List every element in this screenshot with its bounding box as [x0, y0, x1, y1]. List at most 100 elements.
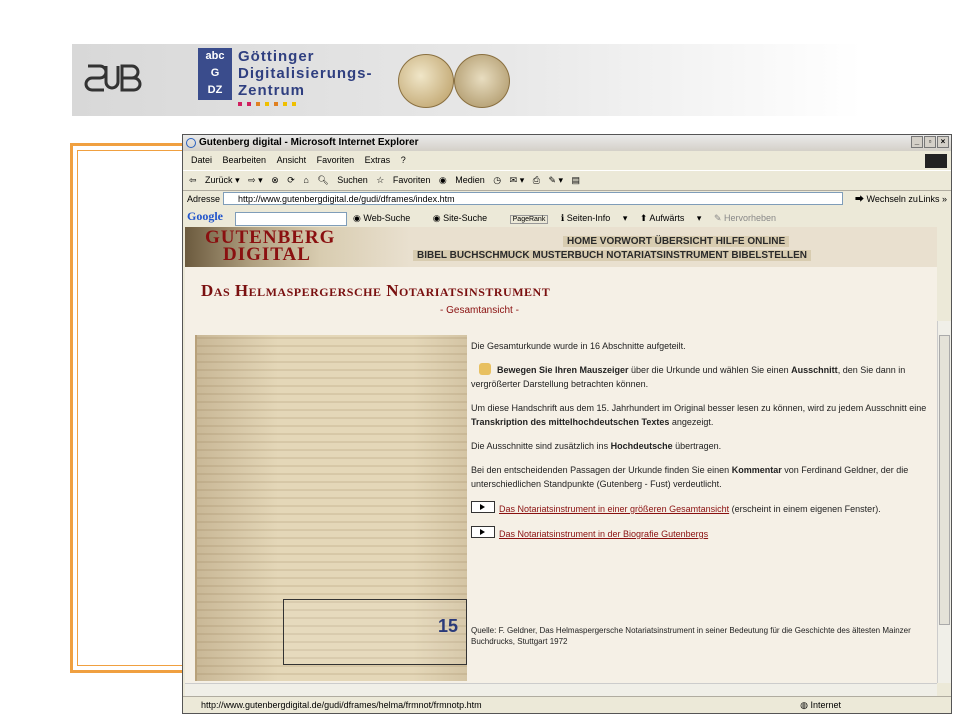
google-toolbar: Google ◉ Web-Suche ◉ Site-Suche PageRank…	[183, 209, 951, 227]
page-content: GUTENBERG DIGITAL HOME VORWORT ÜBERSICHT…	[185, 227, 937, 683]
menu-ansicht[interactable]: Ansicht	[277, 155, 307, 165]
ie-icon	[186, 138, 196, 148]
gutenberg-digital-logo[interactable]: GUTENBERG DIGITAL	[205, 228, 335, 264]
refresh-icon[interactable]: ⟳	[287, 175, 295, 185]
close-button[interactable]: ×	[937, 136, 949, 148]
address-bar: Adresse http://www.gutenbergdigital.de/g…	[183, 190, 951, 208]
horizontal-scrollbar[interactable]	[185, 683, 937, 696]
web-search-button[interactable]: ◉ Web-Suche	[353, 213, 420, 223]
address-label: Adresse	[187, 194, 221, 204]
links-button[interactable]: Links »	[918, 190, 947, 208]
maximize-button[interactable]: ▫	[924, 136, 936, 148]
p2-text-1: über die Urkunde und wählen Sie einen	[628, 365, 792, 375]
scroll-thumb[interactable]	[939, 335, 950, 625]
page-title: Das Helmaspergersche Notariatsinstrument	[201, 281, 551, 300]
up-label: Aufwärts	[649, 213, 685, 223]
google-logo[interactable]: Google	[187, 209, 223, 224]
sub-logo	[84, 64, 142, 92]
p3-text-2: angezeigt.	[669, 417, 714, 427]
gdz-abc-block: abc G DZ	[198, 48, 232, 100]
windows-flag-icon	[925, 154, 947, 168]
go-label: Wechseln zu	[866, 194, 918, 204]
p5-bold: Kommentar	[731, 465, 782, 475]
link-biografie[interactable]: Das Notariatsinstrument in der Biografie…	[499, 529, 708, 539]
address-input[interactable]: http://www.gutenbergdigital.de/gudi/dfra…	[223, 192, 843, 205]
mail-icon[interactable]: ✉ ▾	[510, 175, 525, 185]
site-banner: GUTENBERG DIGITAL HOME VORWORT ÜBERSICHT…	[185, 227, 937, 267]
nav-top[interactable]: HOME VORWORT ÜBERSICHT HILFE ONLINE	[563, 236, 790, 247]
links-label: Links	[918, 194, 940, 204]
favorites-button[interactable]: ☆ Favoriten	[376, 175, 430, 185]
p3-text-1: Um diese Handschrift aus dem 15. Jahrhun…	[471, 403, 927, 413]
gdz-dot	[265, 102, 269, 106]
search-button[interactable]: 🔍︎ Suchen	[317, 175, 367, 185]
paragraph-5: Bei den entscheidenden Passagen der Urku…	[471, 463, 927, 491]
gdz-dz-text: DZ	[207, 84, 223, 96]
vertical-scrollbar[interactable]	[937, 321, 951, 683]
window-title: Gutenberg digital - Microsoft Internet E…	[199, 137, 419, 148]
p2-bold-1: Bewegen Sie Ihren Mauszeiger	[497, 365, 629, 375]
link-1-row: Das Notariatsinstrument in einer größere…	[471, 501, 927, 516]
media-label: Medien	[455, 175, 485, 185]
edit-icon[interactable]: ✎ ▾	[548, 175, 563, 185]
window-titlebar[interactable]: Gutenberg digital - Microsoft Internet E…	[183, 135, 951, 151]
gdz-dot	[274, 102, 278, 106]
gdz-dot	[283, 102, 287, 106]
history-icon[interactable]: ◷	[493, 175, 501, 185]
back-button[interactable]: ⇦ Zurück ▾	[189, 175, 240, 185]
menu-extras[interactable]: Extras	[365, 155, 391, 165]
menu-help[interactable]: ?	[401, 155, 406, 165]
up-button[interactable]: ⬆ Aufwärts ▾	[640, 213, 702, 223]
source-citation: Quelle: F. Geldner, Das Helmaspergersche…	[471, 626, 911, 646]
paragraph-1: Die Gesamturkunde wurde in 16 Abschnitte…	[471, 341, 686, 351]
gdz-abc-text: abc	[205, 50, 225, 62]
web-search-label: Web-Suche	[363, 213, 411, 223]
arrow-button-icon[interactable]	[471, 526, 495, 538]
p5-text-1: Bei den entscheidenden Passagen der Urku…	[471, 465, 732, 475]
arrow-button-icon[interactable]	[471, 501, 495, 513]
page-info-button[interactable]: ℹ Seiten-Info ▾	[561, 213, 627, 223]
home-icon[interactable]: ⌂	[303, 175, 308, 185]
link-gesamtansicht[interactable]: Das Notariatsinstrument in einer größere…	[499, 504, 729, 514]
site-search-button[interactable]: ◉ Site-Suche	[433, 213, 497, 223]
status-url: http://www.gutenbergdigital.de/gudi/dfra…	[201, 700, 482, 710]
section-number: 15	[437, 616, 458, 636]
gdz-dot	[292, 102, 296, 106]
page-subtitle: - Gesamtansicht -	[440, 305, 519, 316]
status-bar: http://www.gutenbergdigital.de/gudi/dfra…	[183, 696, 951, 713]
go-button[interactable]: ⮕ Wechseln zu	[855, 190, 918, 208]
gdz-dot	[256, 102, 260, 106]
minimize-button[interactable]: _	[911, 136, 923, 148]
paragraph-4: Die Ausschnitte sind zusätzlich ins Hoch…	[471, 439, 927, 453]
gdz-g-text: G	[210, 67, 220, 79]
google-search-input[interactable]	[235, 212, 347, 226]
world-map-image	[398, 52, 548, 108]
window-controls: _ ▫ ×	[911, 136, 949, 148]
print-icon[interactable]: ⎙	[533, 175, 540, 185]
highlight-button[interactable]: ✎ Hervorheben	[714, 213, 786, 223]
menu-datei[interactable]: Datei	[191, 155, 212, 165]
menu-bearbeiten[interactable]: Bearbeiten	[223, 155, 267, 165]
section-selection-box[interactable]: 15	[283, 599, 467, 665]
zone-label: Internet	[810, 700, 841, 710]
menu-favoriten[interactable]: Favoriten	[317, 155, 355, 165]
pagerank-indicator: PageRank	[509, 215, 549, 224]
media-button[interactable]: ◉ Medien	[439, 175, 485, 185]
gdz-dot	[238, 102, 242, 106]
site-search-label: Site-Suche	[443, 213, 488, 223]
gdz-title: Göttinger Digitalisierungs- Zentrum	[238, 48, 373, 99]
orange-frame	[70, 143, 182, 673]
forward-button[interactable]: ⇨ ▾	[248, 175, 263, 185]
search-label: Suchen	[337, 175, 368, 185]
gdz-dot	[247, 102, 251, 106]
page-info-label: Seiten-Info	[566, 213, 611, 223]
gdz-logo: abc G DZ Göttinger Digitalisierungs- Zen…	[198, 48, 388, 108]
stop-icon[interactable]: ⊗	[271, 175, 279, 185]
paragraph-2: Bewegen Sie Ihren Mauszeiger über die Ur…	[471, 363, 927, 391]
description-text: Die Gesamturkunde wurde in 16 Abschnitte…	[471, 339, 927, 551]
status-zone: ◍ Internet	[800, 700, 841, 710]
nav-bottom[interactable]: BIBEL BUCHSCHMUCK MUSTERBUCH NOTARIATSIN…	[413, 250, 811, 261]
link-1-note: (erscheint in einem eigenen Fenster).	[729, 504, 881, 514]
discuss-icon[interactable]: ▤	[572, 175, 581, 185]
standard-toolbar: ⇦ Zurück ▾ ⇨ ▾ ⊗ ⟳ ⌂ 🔍︎ Suchen ☆ Favorit…	[183, 170, 951, 191]
